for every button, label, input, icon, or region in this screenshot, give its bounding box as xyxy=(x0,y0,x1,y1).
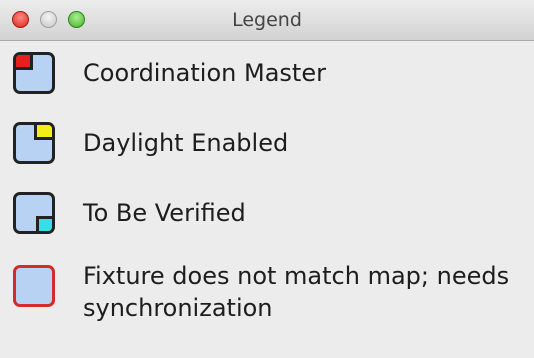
red-corner-marker-icon xyxy=(16,55,33,70)
legend-window: Legend Coordination Master Daylight Enab… xyxy=(0,0,534,358)
cyan-corner-marker-icon xyxy=(36,216,52,231)
legend-item-to-be-verified: To Be Verified xyxy=(0,192,534,240)
legend-item-label: Coordination Master xyxy=(83,59,326,87)
fixture-mismatch-swatch-icon xyxy=(13,265,55,307)
yellow-corner-marker-icon xyxy=(34,125,52,140)
window-title: Legend xyxy=(232,9,302,31)
legend-item-label: To Be Verified xyxy=(83,199,246,227)
legend-item-coordination-master: Coordination Master xyxy=(0,52,534,100)
legend-item-fixture-mismatch: Fixture does not match map; needs synchr… xyxy=(0,260,534,330)
title-bar[interactable]: Legend xyxy=(0,0,534,41)
coordination-master-swatch-icon xyxy=(13,52,55,94)
to-be-verified-swatch-icon xyxy=(13,192,55,234)
daylight-enabled-swatch-icon xyxy=(13,122,55,164)
legend-item-daylight-enabled: Daylight Enabled xyxy=(0,122,534,170)
legend-item-label: Daylight Enabled xyxy=(83,129,289,157)
legend-item-label: Fixture does not match map; needs synchr… xyxy=(83,262,510,322)
